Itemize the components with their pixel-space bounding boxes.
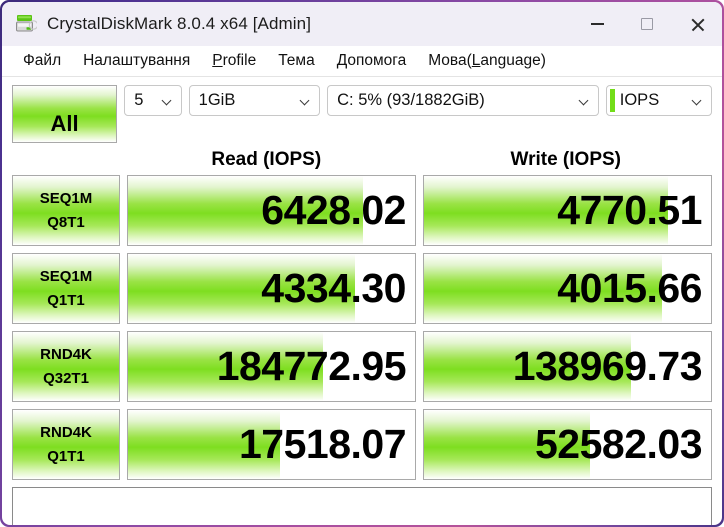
write-result-rnd4k-q1t1[interactable]: 52582.03 [423,409,712,480]
maximize-icon [641,18,653,30]
menu-item-help[interactable]: Допомога [326,50,418,72]
run-all-button[interactable]: All [12,85,118,143]
table-row: RND4K Q32T1 184772.95 138969.73 [12,331,712,402]
minimize-button[interactable] [572,2,622,46]
write-result-seq1m-q1t1[interactable]: 4015.66 [423,253,712,324]
test-count-dropdown[interactable]: 5 [124,85,182,116]
write-result-seq1m-q8t1[interactable]: 4770.51 [423,175,712,246]
write-value: 138969.73 [512,343,703,389]
write-column-header: Write (IOPS) [510,148,622,170]
read-result-seq1m-q8t1[interactable]: 6428.02 [127,175,416,246]
test-label-line1: RND4K [40,346,92,363]
read-value: 6428.02 [261,187,406,233]
app-window: CrystalDiskMark 8.0.4 x64 [Admin] Файл Н… [0,0,724,527]
read-value: 17518.07 [238,421,407,467]
run-all-label: All [50,111,79,136]
write-value: 4770.51 [557,187,702,233]
menu-item-language[interactable]: Мова(Language) [417,50,557,72]
read-result-rnd4k-q1t1[interactable]: 17518.07 [127,409,416,480]
chevron-down-icon [580,97,589,106]
units-dropdown[interactable]: IOPS [605,85,712,116]
menu-item-profile-rest: rofile [222,52,257,69]
menu-item-profile[interactable]: Profile [201,50,267,72]
menu-bar: Файл Налаштування Profile Тема Допомога … [2,46,722,77]
test-label-line1: SEQ1M [39,268,93,285]
close-button[interactable] [672,2,722,46]
window-inner: CrystalDiskMark 8.0.4 x64 [Admin] Файл Н… [2,2,722,525]
test-label-line2: Q1T1 [47,448,85,465]
maximize-button[interactable] [622,2,672,46]
write-result-rnd4k-q32t1[interactable]: 138969.73 [423,331,712,402]
table-row: RND4K Q1T1 17518.07 52582.03 [12,409,712,480]
drive-dropdown[interactable]: C: 5% (93/1882GiB) [327,85,599,116]
test-label-line1: SEQ1M [39,190,93,207]
chevron-down-icon [163,97,172,106]
table-row: SEQ1M Q8T1 6428.02 4770.51 [12,175,712,246]
write-value: 4015.66 [557,265,702,311]
table-row: SEQ1M Q1T1 4334.30 4015.66 [12,253,712,324]
test-label-rnd4k-q32t1[interactable]: RND4K Q32T1 [12,331,120,402]
read-value: 4334.30 [261,265,406,311]
minimize-icon [590,23,604,25]
read-result-seq1m-q1t1[interactable]: 4334.30 [127,253,416,324]
units-accent-bar [609,89,615,112]
menu-item-file[interactable]: Файл [12,50,72,72]
test-label-line2: Q1T1 [47,292,85,309]
test-label-seq1m-q8t1[interactable]: SEQ1M Q8T1 [12,175,120,246]
test-label-seq1m-q1t1[interactable]: SEQ1M Q1T1 [12,253,120,324]
test-label-line2: Q8T1 [47,214,85,231]
test-count-value: 5 [134,91,144,109]
main-content: All 5 1GiB C: 5% (93/1882GiB) IOPS Read … [2,77,722,525]
test-label-line1: RND4K [40,424,92,441]
read-result-rnd4k-q32t1[interactable]: 184772.95 [127,331,416,402]
menu-item-settings[interactable]: Налаштування [72,50,201,72]
units-value: IOPS [619,91,660,109]
menu-item-theme[interactable]: Тема [267,50,326,72]
read-value: 184772.95 [216,343,407,389]
read-column-header: Read (IOPS) [211,148,322,170]
write-value: 52582.03 [534,421,703,467]
test-label-line2: Q32T1 [43,370,89,387]
window-title: CrystalDiskMark 8.0.4 x64 [Admin] [47,14,312,33]
window-controls [572,2,722,46]
controls-row: All 5 1GiB C: 5% (93/1882GiB) IOPS [12,85,712,143]
chevron-down-icon [301,97,310,106]
title-bar[interactable]: CrystalDiskMark 8.0.4 x64 [Admin] [2,2,722,46]
test-size-value: 1GiB [198,91,236,109]
drive-value: C: 5% (93/1882GiB) [337,91,485,109]
chevron-down-icon [693,97,702,106]
comment-input[interactable] [12,487,712,525]
close-icon [690,17,705,32]
column-headers: Read (IOPS) Write (IOPS) [12,145,712,174]
disk-drive-icon [15,13,39,35]
test-label-rnd4k-q1t1[interactable]: RND4K Q1T1 [12,409,120,480]
results-table: SEQ1M Q8T1 6428.02 4770.51 SEQ1M Q1T1 43… [12,175,712,480]
test-size-dropdown[interactable]: 1GiB [188,85,321,116]
